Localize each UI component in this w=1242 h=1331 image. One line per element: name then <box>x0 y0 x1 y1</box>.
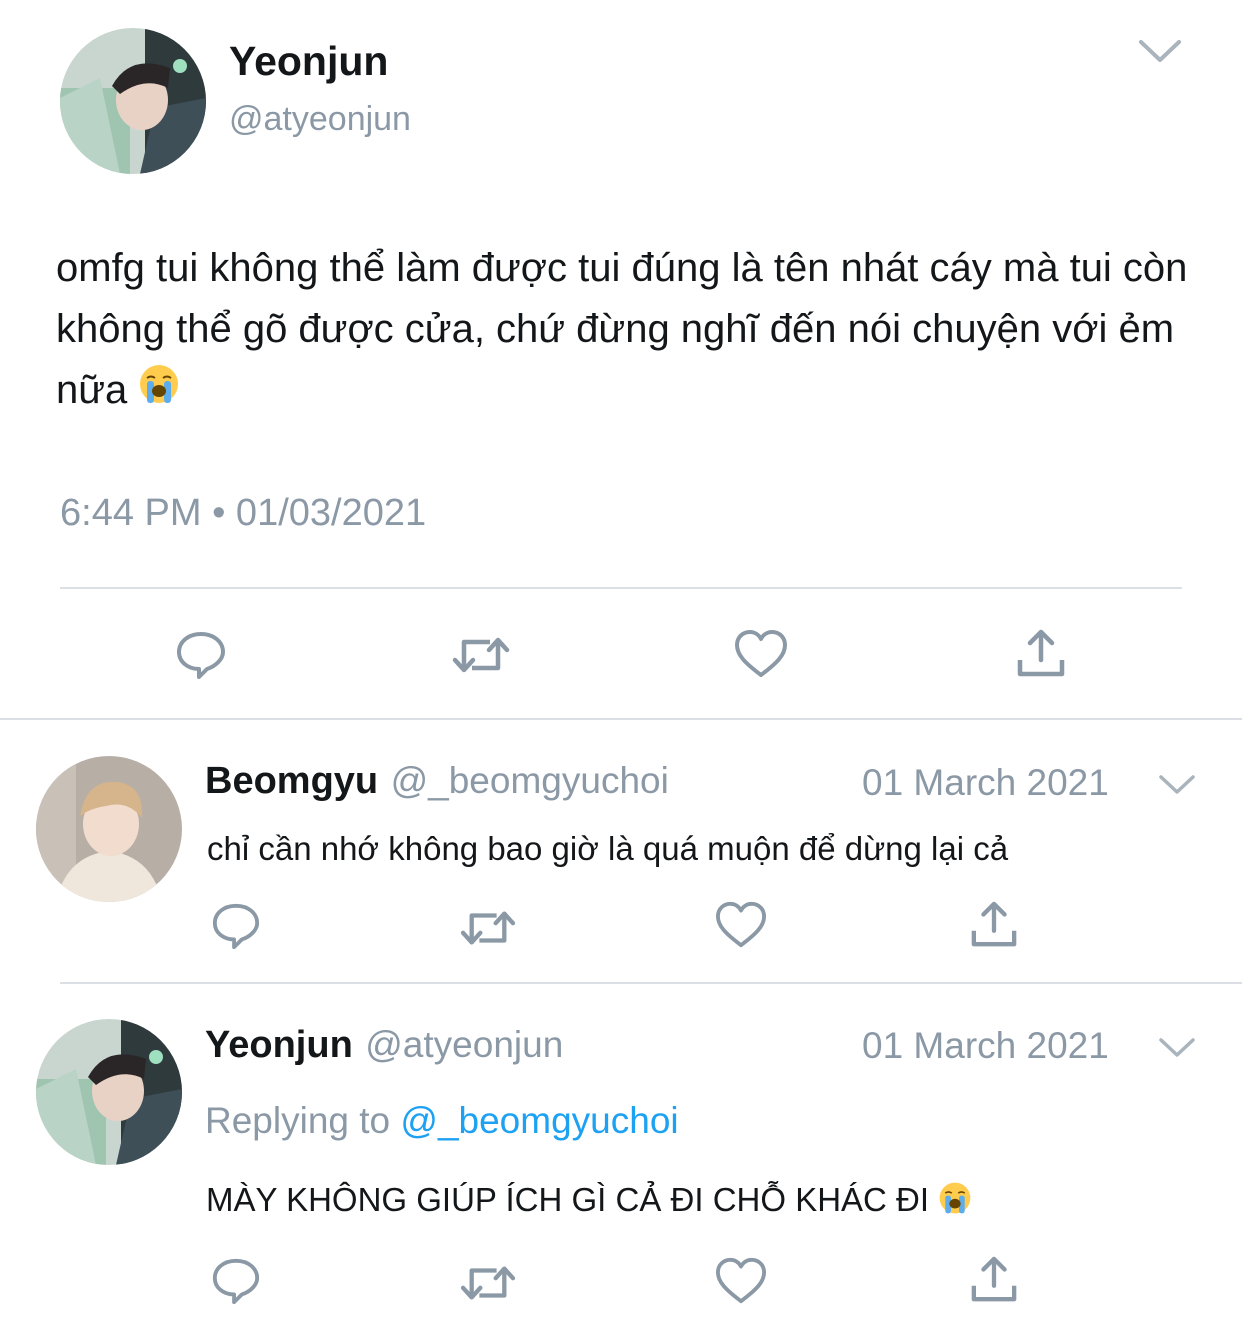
reply-text-content: MÀY KHÔNG GIÚP ÍCH GÌ CẢ ĐI CHỖ KHÁC ĐI <box>206 1181 930 1218</box>
reply-icon <box>177 632 225 679</box>
reply-date: 01 March 2021 <box>862 762 1109 803</box>
like-button[interactable] <box>733 628 789 685</box>
author-name[interactable]: Yeonjun <box>205 1024 353 1066</box>
share-button[interactable] <box>970 900 1018 955</box>
reply-button[interactable] <box>210 900 262 957</box>
avatar-image <box>36 756 182 902</box>
avatar-yeonjun[interactable] <box>60 28 206 174</box>
retweet-icon <box>452 637 510 673</box>
like-icon <box>735 630 787 677</box>
reply-header: Beomgyu @_beomgyuchoi <box>205 760 669 803</box>
reply-button[interactable] <box>174 628 228 687</box>
tweet-timestamp[interactable]: 6:44 PM • 01/03/2021 <box>60 492 426 535</box>
retweet-button[interactable] <box>452 630 510 685</box>
reply-button[interactable] <box>210 1255 262 1312</box>
divider <box>0 718 1242 720</box>
author-name[interactable]: Beomgyu <box>205 760 378 802</box>
author-handle[interactable]: @atyeonjun <box>365 1024 563 1065</box>
author-handle[interactable]: @_beomgyuchoi <box>391 760 669 801</box>
divider <box>60 587 1182 589</box>
reply-text: MÀY KHÔNG GIÚP ÍCH GÌ CẢ ĐI CHỖ KHÁC ĐI <box>206 1181 972 1223</box>
share-button[interactable] <box>1016 628 1066 685</box>
loudly-crying-face-icon <box>938 1181 972 1223</box>
replying-to-line: Replying to @_beomgyuchoi <box>205 1100 679 1142</box>
share-icon <box>971 1256 1017 1302</box>
like-icon <box>716 901 766 948</box>
more-options-button[interactable] <box>1158 774 1196 801</box>
avatar-beomgyu[interactable] <box>36 756 182 902</box>
reply-text: chỉ cần nhớ không bao giờ là quá muộn để… <box>207 830 1009 867</box>
author-handle[interactable]: @atyeonjun <box>229 100 411 139</box>
avatar-yeonjun[interactable] <box>36 1019 182 1165</box>
like-button[interactable] <box>714 1256 768 1311</box>
divider <box>60 982 1242 984</box>
chevron-down-icon <box>1159 1038 1195 1057</box>
reply-date: 01 March 2021 <box>862 1025 1109 1066</box>
retweet-icon <box>460 911 516 945</box>
author-name[interactable]: Yeonjun <box>229 38 388 85</box>
chevron-down-icon <box>1159 775 1195 794</box>
share-button[interactable] <box>970 1255 1018 1310</box>
loudly-crying-face-icon <box>138 362 180 423</box>
more-options-button[interactable] <box>1158 1037 1196 1064</box>
chevron-down-icon <box>1139 40 1181 62</box>
retweet-button[interactable] <box>460 1259 516 1312</box>
replying-to-mention[interactable]: @_beomgyuchoi <box>400 1100 678 1141</box>
replying-to-label: Replying to <box>205 1100 391 1141</box>
reply-icon <box>212 1258 260 1305</box>
tweet-text-content: omfg tui không thể làm được tui đúng là … <box>56 246 1188 412</box>
retweet-button[interactable] <box>460 904 516 957</box>
share-icon <box>971 901 1017 947</box>
reply-icon <box>212 903 260 950</box>
avatar-image <box>60 28 206 174</box>
like-icon <box>716 1257 766 1304</box>
avatar-image <box>36 1019 182 1165</box>
more-options-button[interactable] <box>1138 38 1182 69</box>
reply-header: Yeonjun @atyeonjun <box>205 1024 563 1067</box>
tweet-text: omfg tui không thể làm được tui đúng là … <box>56 238 1196 423</box>
retweet-icon <box>460 1266 516 1300</box>
like-button[interactable] <box>714 900 768 955</box>
share-icon <box>1017 629 1065 677</box>
